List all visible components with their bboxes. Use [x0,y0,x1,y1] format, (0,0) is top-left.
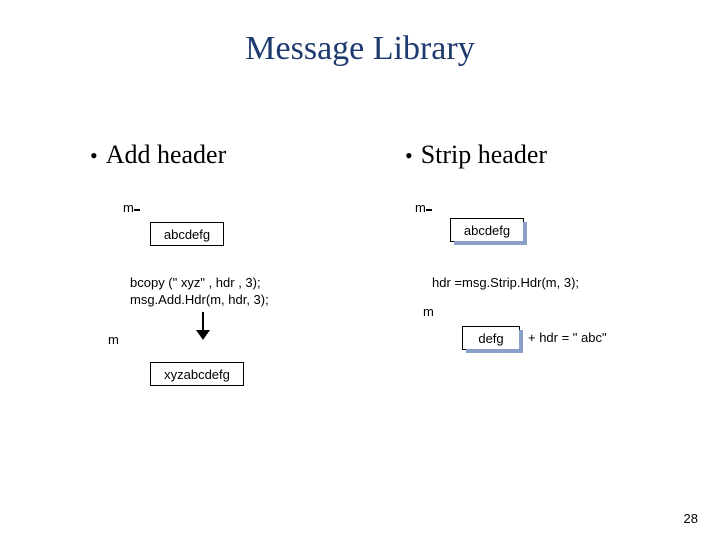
label-m-right-2: m [423,304,434,319]
box-right-after: defg [462,326,520,350]
box-right-before: abcdefg [450,218,524,242]
bullet-text-right: Strip header [421,140,547,169]
bullet-dot-right: • [405,143,421,168]
page-number: 28 [684,511,698,526]
code-right: hdr =msg.Strip.Hdr(m, 3); [432,275,579,292]
bullet-add-header: •Add header [90,140,226,170]
box-left-before: abcdefg [150,222,224,246]
slide: Message Library •Add header m abcdefg bc… [0,0,720,540]
result-text: + hdr = " abc" [528,330,607,345]
code-left: bcopy (" xyz" , hdr , 3); msg.Add.Hdr(m,… [130,275,269,309]
pointer-right-1 [426,203,440,217]
bullet-dot: • [90,143,106,168]
bullet-strip-header: •Strip header [405,140,547,170]
label-m-left-1: m [123,200,134,215]
arrow-left [196,312,210,340]
pointer-left-1 [134,203,148,217]
slide-title: Message Library [0,30,720,68]
label-m-left-2: m [108,332,119,347]
label-m-right-1: m [415,200,426,215]
bullet-text-left: Add header [106,140,227,169]
box-left-after: xyzabcdefg [150,362,244,386]
